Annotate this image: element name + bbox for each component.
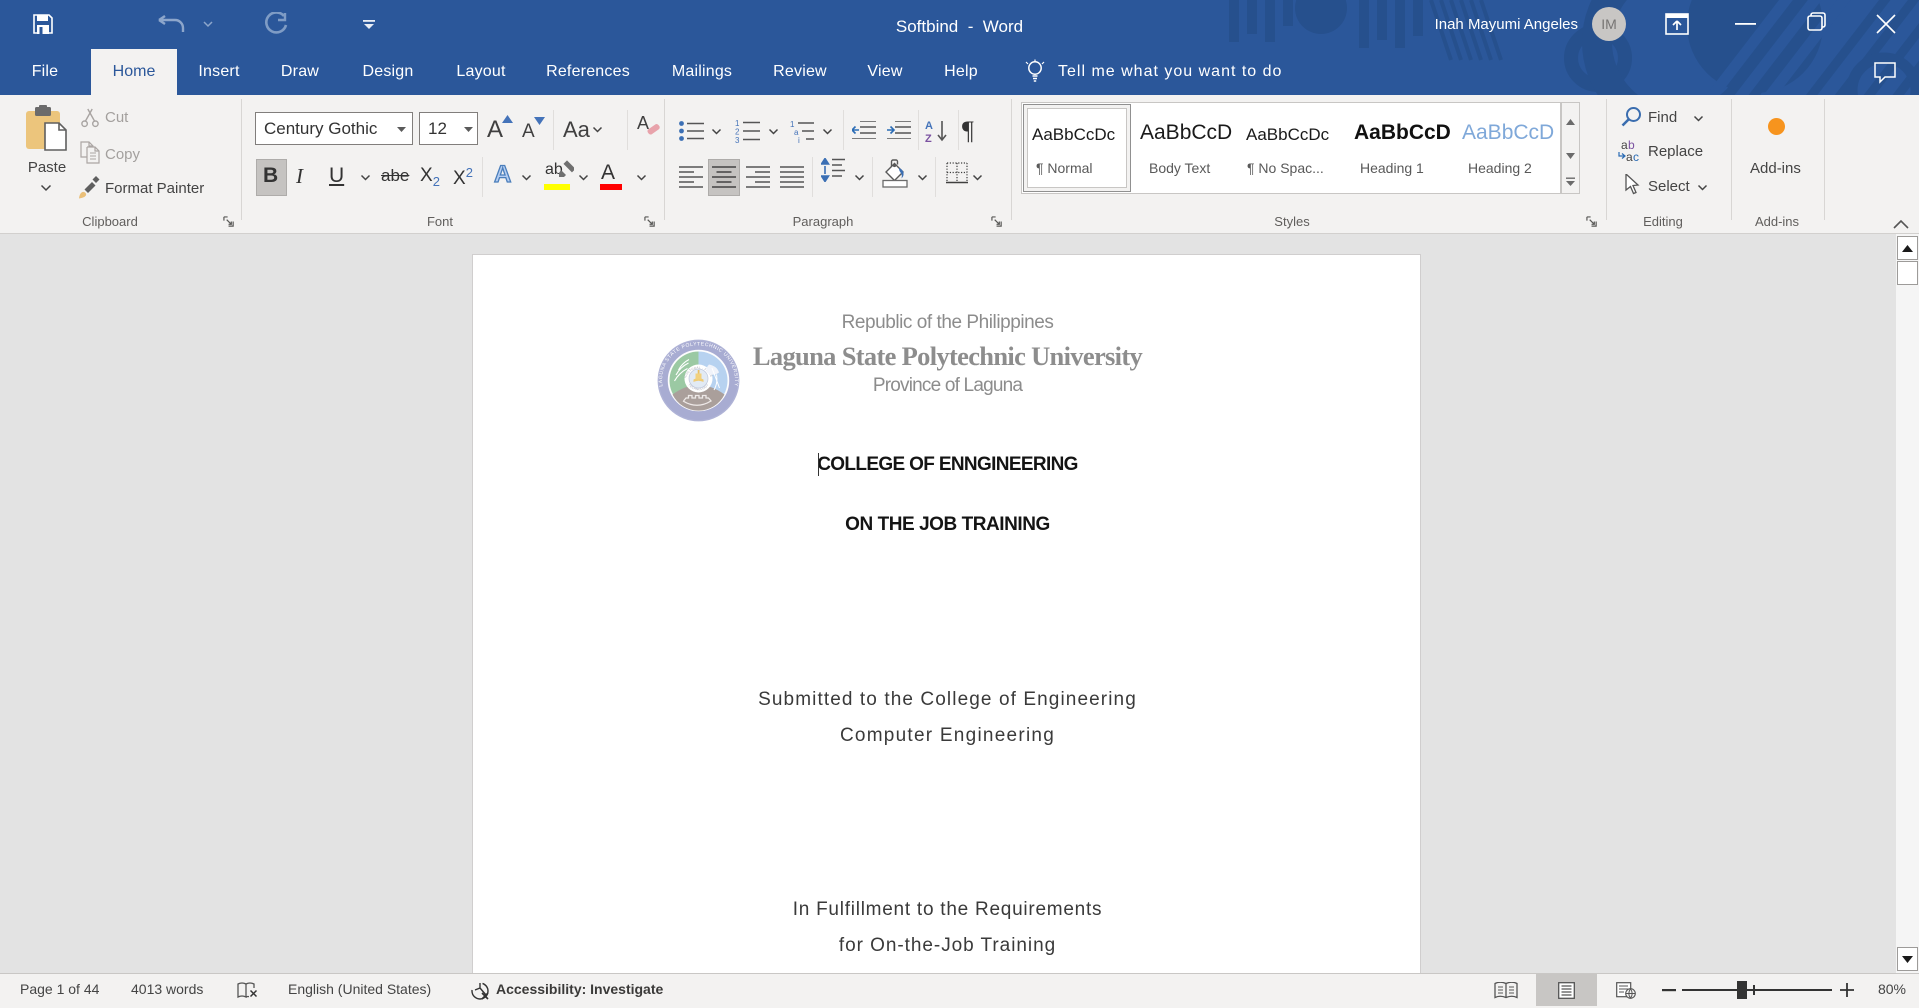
svg-text:3: 3 <box>735 136 740 143</box>
svg-text:A: A <box>925 120 933 132</box>
svg-text:a: a <box>1626 150 1633 163</box>
svg-text:Z: Z <box>925 133 932 143</box>
svg-text:i: i <box>798 136 800 143</box>
svg-text:c: c <box>1633 150 1639 163</box>
